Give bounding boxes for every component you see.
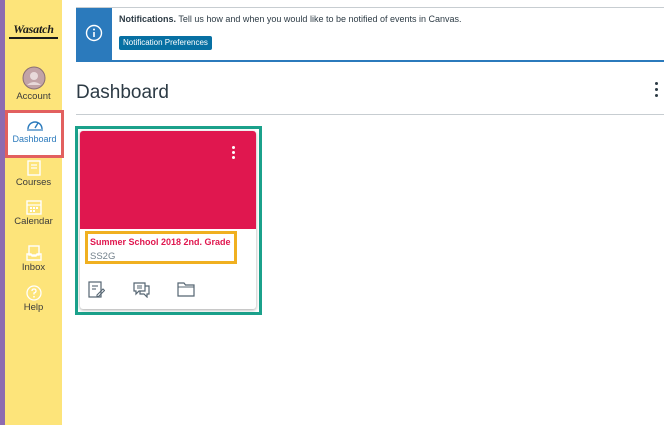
global-navigation: Wasatch Account Dashboard Courses Calend…	[5, 0, 64, 425]
notification-title: Notifications.	[119, 14, 177, 24]
help-icon	[25, 285, 42, 301]
nav-item-label: Courses	[15, 177, 52, 188]
course-card[interactable]: Summer School 2018 2nd. Grade SS2G	[80, 131, 256, 309]
account-avatar-icon	[22, 66, 45, 90]
logo-underline	[9, 37, 58, 39]
school-logo[interactable]: Wasatch	[6, 22, 61, 42]
nav-item-calendar[interactable]: Calendar	[5, 199, 62, 227]
info-icon	[85, 24, 103, 42]
nav-item-courses[interactable]: Courses	[5, 160, 62, 188]
nav-item-label: Dashboard	[12, 134, 57, 144]
nav-item-account[interactable]: Account	[5, 66, 62, 102]
header-divider	[76, 114, 664, 115]
notification-banner: Notifications. Tell us how and when you …	[76, 7, 664, 62]
nav-item-help[interactable]: Help	[5, 285, 62, 313]
nav-item-inbox[interactable]: Inbox	[5, 245, 62, 273]
discussions-icon[interactable]	[133, 281, 150, 303]
nav-item-label: Calendar	[14, 216, 53, 227]
logo-text: Wasatch	[13, 22, 54, 36]
card-options-kebab-icon[interactable]	[230, 144, 236, 162]
course-card-title[interactable]: Summer School 2018 2nd. Grade	[90, 237, 231, 247]
nav-item-label: Inbox	[21, 262, 46, 273]
notification-preferences-button[interactable]: Notification Preferences	[119, 36, 212, 50]
files-icon[interactable]	[177, 281, 195, 302]
banner-icon-box	[76, 8, 112, 60]
course-card-code: SS2G	[90, 251, 116, 262]
nav-item-label: Help	[23, 302, 44, 313]
nav-item-label: Account	[16, 91, 51, 102]
dashboard-options-kebab-icon[interactable]	[652, 79, 660, 101]
book-icon	[26, 160, 41, 176]
inbox-icon	[25, 245, 42, 261]
nav-item-dashboard[interactable]: Dashboard	[5, 110, 64, 158]
course-card-hero[interactable]	[80, 131, 256, 229]
dashboard-gauge-icon	[26, 121, 43, 131]
notification-body: Tell us how and when you would like to b…	[178, 14, 462, 24]
calendar-icon	[25, 200, 42, 215]
page-title: Dashboard	[76, 82, 169, 103]
notification-message: Notifications. Tell us how and when you …	[119, 14, 462, 24]
assignments-icon[interactable]	[88, 281, 106, 303]
